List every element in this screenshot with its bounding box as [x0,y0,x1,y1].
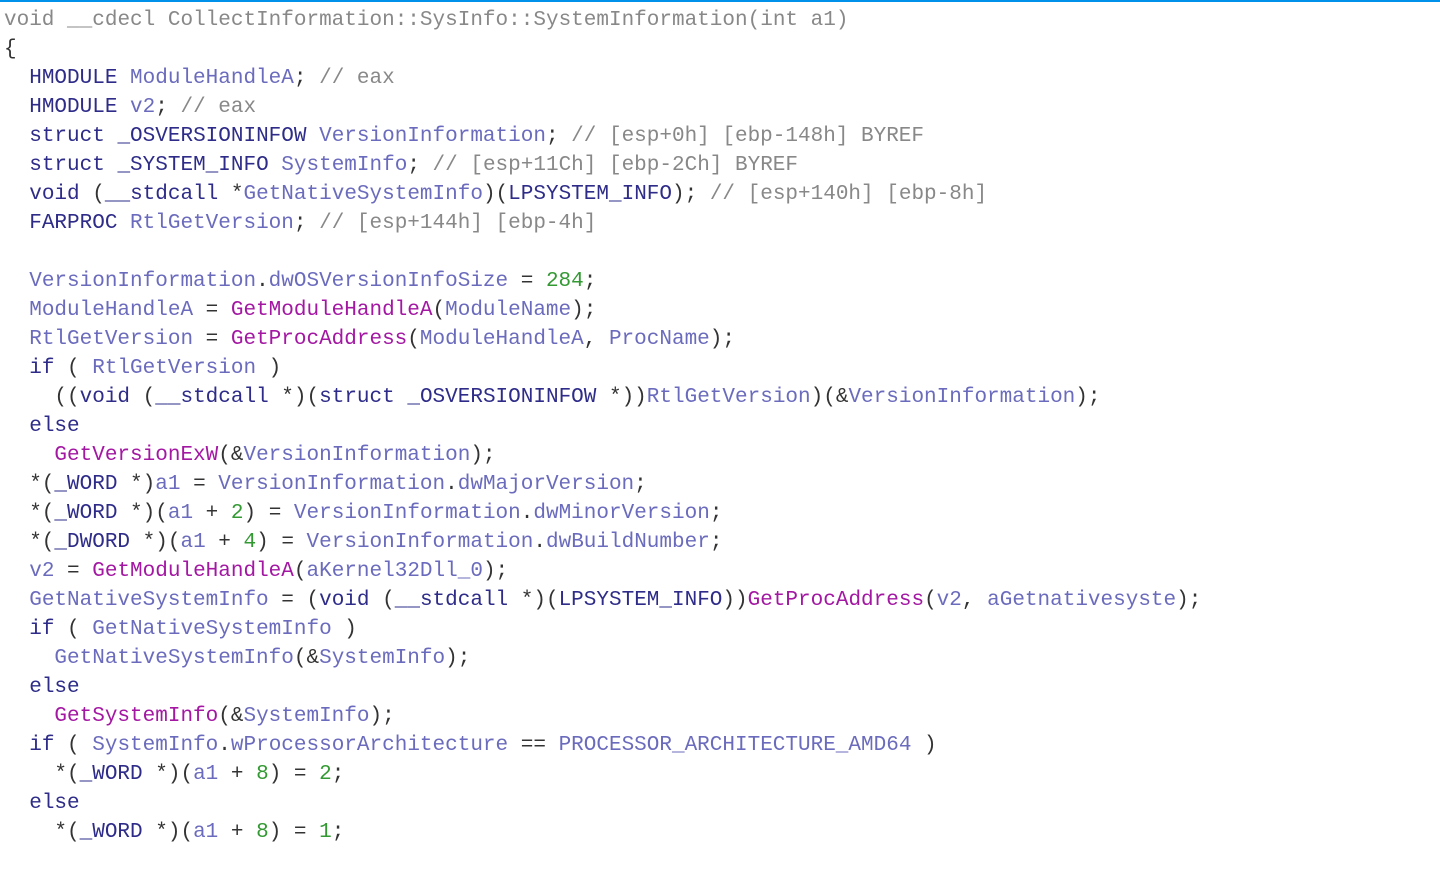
np8b: 8 [256,821,269,844]
sig-ns2: SysInfo [420,9,508,32]
decompiled-code-view[interactable]: void __cdecl CollectInformation::SysInfo… [0,2,1440,847]
t-farproc: FARPROC [29,212,117,235]
t-si: _SYSTEM_INFO [117,154,268,177]
si-ref: SystemInfo [92,734,218,757]
kw-if3: if [29,734,54,757]
m-dwosvis: dwOSVersionInfoSize [269,270,508,293]
vi1: VersionInformation [29,270,256,293]
fn-gmha2: GetModuleHandleA [92,560,294,583]
cmt-rgv: // [esp+144h] [ebp-4h] [319,212,596,235]
rgv-assign: RtlGetVersion [29,328,193,351]
np2: 2 [231,502,244,525]
t-word2: _WORD [54,502,117,525]
gnsi-assign: GetNativeSystemInfo [29,589,268,612]
fn-gvew: GetVersionExW [54,444,218,467]
sig-fn: SystemInformation [533,9,747,32]
m-wpa: wProcessorArchitecture [231,734,508,757]
a1-3: a1 [180,531,205,554]
m-dwmin: dwMinorVersion [533,502,709,525]
cmt-mh: // eax [319,67,395,90]
t-word4: _WORD [80,821,143,844]
t-lpsi2: LPSYSTEM_INFO [559,589,723,612]
cmt-v2: // eax [180,96,256,119]
kw-else3: else [29,792,79,815]
t-word1: _WORD [54,473,117,496]
vi-min: VersionInformation [294,502,521,525]
v-modulehandlea: ModuleHandleA [130,67,294,90]
nlit1: 1 [319,821,332,844]
cmt-si: // [esp+11Ch] [ebp-2Ch] BYREF [433,154,798,177]
a-procname: ProcName [609,328,710,351]
fn-gpa2: GetProcAddress [748,589,924,612]
kw-struct3: struct [319,386,395,409]
kw-if1: if [29,357,54,380]
cond-gnsi: GetNativeSystemInfo [92,618,331,641]
a-v2: v2 [937,589,962,612]
a1-4: a1 [193,763,218,786]
kw-struct2: struct [29,154,105,177]
n284: 284 [546,270,584,293]
fn-gpa: GetProcAddress [231,328,407,351]
a-ak: aKernel32Dll_0 [307,560,483,583]
sig-arg-name: a1 [811,9,836,32]
t-osv2: _OSVERSIONINFOW [407,386,596,409]
v-gnsi: GetNativeSystemInfo [244,183,483,206]
kw-else1: else [29,415,79,438]
fn-gmha: GetModuleHandleA [231,299,433,322]
cmt-osv: // [esp+0h] [ebp-148h] BYREF [571,125,924,148]
t-osv: _OSVERSIONINFOW [117,125,306,148]
kw-void2: void [80,386,130,409]
kw-stdcall3: __stdcall [395,589,508,612]
kw-stdcall: __stdcall [105,183,218,206]
a1-1: a1 [155,473,180,496]
t-word3: _WORD [80,763,143,786]
np4: 4 [244,531,257,554]
t-dword: _DWORD [54,531,130,554]
kw-void3: void [319,589,369,612]
paa: PROCESSOR_ARCHITECTURE_AMD64 [559,734,912,757]
cmt-gnsi: // [esp+140h] [ebp-8h] [710,183,987,206]
fn-gsi: GetSystemInfo [54,705,218,728]
ref-vi2: VersionInformation [243,444,470,467]
a-agns: aGetnativesyste [987,589,1176,612]
m-dwbld: dwBuildNumber [546,531,710,554]
v-rgv: RtlGetVersion [130,212,294,235]
mh-assign: ModuleHandleA [29,299,193,322]
kw-else2: else [29,676,79,699]
a1-5: a1 [193,821,218,844]
np8a: 8 [256,763,269,786]
kw-void: void [29,183,79,206]
v-versioninfo: VersionInformation [319,125,546,148]
v-v2: v2 [130,96,155,119]
sig-ns1: CollectInformation [168,9,395,32]
a-modname: ModuleName [445,299,571,322]
a1-2: a1 [168,502,193,525]
ref-si: SystemInfo [319,647,445,670]
sig-return: void [4,9,54,32]
v2-assign: v2 [29,560,54,583]
kw-struct1: struct [29,125,105,148]
vi-maj: VersionInformation [218,473,445,496]
sig-cc: __cdecl [67,9,155,32]
ref-vi: VersionInformation [848,386,1075,409]
t-hmodule2: HMODULE [29,96,117,119]
ref-si2: SystemInfo [243,705,369,728]
v-systeminfo: SystemInfo [281,154,407,177]
call-rgv: RtlGetVersion [647,386,811,409]
vi-bld: VersionInformation [307,531,534,554]
a-mh: ModuleHandleA [420,328,584,351]
cond-rgv: RtlGetVersion [92,357,256,380]
nlit2: 2 [319,763,332,786]
t-lpsi: LPSYSTEM_INFO [508,183,672,206]
sig-arg-type: int [760,9,798,32]
call-gnsi: GetNativeSystemInfo [54,647,293,670]
kw-if2: if [29,618,54,641]
t-hmodule: HMODULE [29,67,117,90]
kw-stdcall2: __stdcall [155,386,268,409]
m-dwmaj: dwMajorVersion [458,473,634,496]
